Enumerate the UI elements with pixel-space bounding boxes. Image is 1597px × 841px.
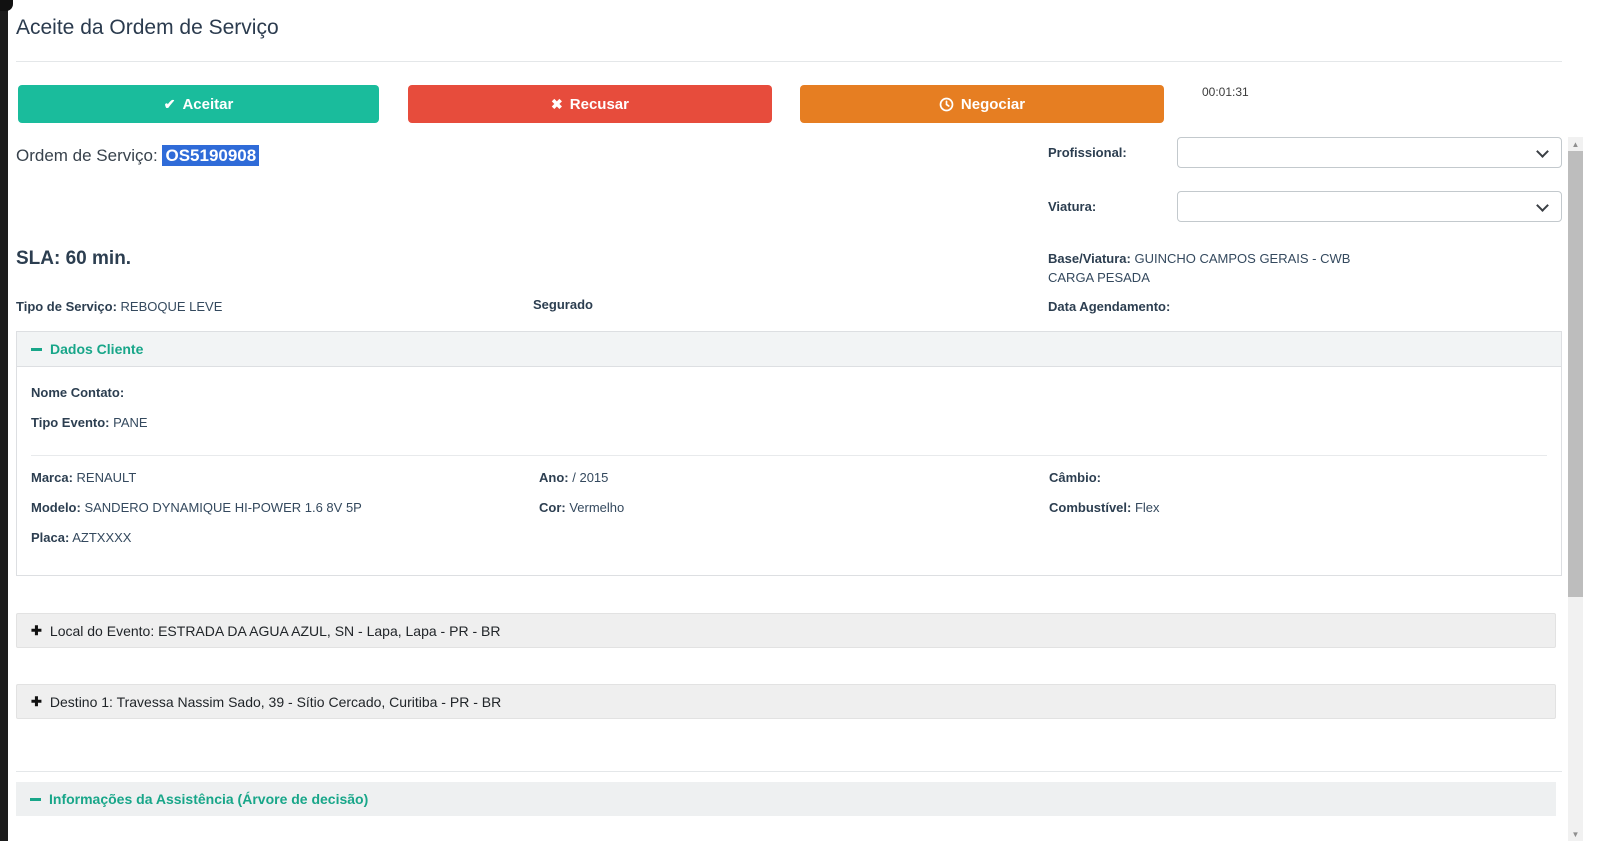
service-order-accept-modal: Aceite da Ordem de Serviço ✔ Aceitar ✖ R… <box>0 0 1597 841</box>
scrollbar-thumb[interactable] <box>1568 151 1583 597</box>
vertical-scrollbar[interactable]: ▲ ▼ <box>1568 137 1583 841</box>
expand-plus-icon: ✚ <box>31 694 42 709</box>
nome-contato-field: Nome Contato: <box>31 383 124 402</box>
ano-label: Ano: <box>539 470 569 485</box>
destino-1-label: Destino 1: Travessa Nassim Sado, 39 - Sí… <box>49 693 502 710</box>
tipo-servico-value: REBOQUE LEVE <box>120 299 223 314</box>
scrollbar-down-arrow[interactable]: ▼ <box>1568 827 1583 841</box>
assistencia-title: Informações da Assistência (Árvore de de… <box>49 791 369 807</box>
marca-field: Marca: RENAULT <box>31 468 136 487</box>
cambio-label: Câmbio: <box>1049 470 1101 485</box>
accept-button[interactable]: ✔ Aceitar <box>18 85 379 123</box>
local-evento-accordion[interactable]: ✚ Local do Evento: ESTRADA DA AGUA AZUL,… <box>16 613 1556 648</box>
segurado-label: Segurado <box>533 297 593 312</box>
background-page-corner <box>0 0 13 11</box>
local-evento-label: Local do Evento: ESTRADA DA AGUA AZUL, S… <box>49 622 501 639</box>
marca-value: RENAULT <box>76 470 137 485</box>
data-agendamento-field: Data Agendamento: <box>1048 297 1170 316</box>
panel-divider <box>31 455 1547 456</box>
profissional-label: Profissional: <box>1048 145 1127 160</box>
modelo-label: Modelo: <box>31 500 81 515</box>
collapse-minus-icon <box>30 797 41 801</box>
refuse-button-label: Recusar <box>569 95 629 113</box>
page-title: Aceite da Ordem de Serviço <box>16 16 279 39</box>
viatura-label: Viatura: <box>1048 199 1097 214</box>
destino-1-accordion[interactable]: ✚ Destino 1: Travessa Nassim Sado, 39 - … <box>16 684 1556 719</box>
profissional-select[interactable] <box>1177 137 1562 168</box>
chevron-down-icon <box>1536 145 1549 158</box>
clock-icon <box>939 97 954 112</box>
base-viatura-label: Base/Viatura: <box>1048 251 1131 266</box>
dados-cliente-panel: Dados Cliente Nome Contato: Tipo Evento:… <box>16 331 1562 576</box>
cor-label: Cor: <box>539 500 566 515</box>
data-agendamento-label: Data Agendamento: <box>1048 299 1171 314</box>
countdown-timer: 00:01:31 <box>1202 85 1249 99</box>
tipo-evento-field: Tipo Evento: PANE <box>31 413 148 432</box>
chevron-down-icon <box>1536 199 1549 212</box>
expand-plus-icon: ✚ <box>31 623 42 638</box>
header-divider <box>16 61 1562 62</box>
tipo-evento-label: Tipo Evento: <box>31 415 110 430</box>
combustivel-value: Flex <box>1134 500 1160 515</box>
dados-cliente-title: Dados Cliente <box>50 341 144 357</box>
sla-text: SLA: 60 min. <box>16 248 132 269</box>
negotiate-button-label: Negociar <box>960 95 1026 113</box>
check-icon: ✔ <box>163 96 176 112</box>
negotiate-button[interactable]: Negociar <box>800 85 1164 123</box>
order-number-line: Ordem de Serviço: OS5190908 <box>16 145 260 166</box>
marca-label: Marca: <box>31 470 73 485</box>
placa-field: Placa: AZTXXXX <box>31 528 131 547</box>
cor-value: Vermelho <box>569 500 625 515</box>
ano-value: / 2015 <box>572 470 609 485</box>
tipo-evento-value: PANE <box>113 415 148 430</box>
modelo-field: Modelo: SANDERO DYNAMIQUE HI-POWER 1.6 8… <box>31 498 362 517</box>
accept-button-label: Aceitar <box>182 95 234 113</box>
placa-label: Placa: <box>31 530 70 545</box>
tipo-servico-field: Tipo de Serviço: REBOQUE LEVE <box>16 297 222 316</box>
base-viatura-field: Base/Viatura: GUINCHO CAMPOS GERAIS - CW… <box>1048 249 1393 287</box>
dados-cliente-header[interactable]: Dados Cliente <box>17 332 1561 367</box>
cor-field: Cor: Vermelho <box>539 498 624 517</box>
combustivel-label: Combustível: <box>1049 500 1132 515</box>
section-divider <box>16 771 1562 772</box>
placa-value: AZTXXXX <box>72 530 132 545</box>
x-icon: ✖ <box>551 96 563 112</box>
background-page-edge <box>0 0 8 841</box>
viatura-select[interactable] <box>1177 191 1562 222</box>
modelo-value: SANDERO DYNAMIQUE HI-POWER 1.6 8V 5P <box>84 500 362 515</box>
order-number-value: OS5190908 <box>162 145 260 166</box>
order-number-label: Ordem de Serviço: <box>16 146 158 165</box>
refuse-button[interactable]: ✖ Recusar <box>408 85 772 123</box>
collapse-minus-icon <box>31 347 42 351</box>
nome-contato-label: Nome Contato: <box>31 385 125 400</box>
scrollbar-up-arrow[interactable]: ▲ <box>1568 137 1583 151</box>
ano-field: Ano: / 2015 <box>539 468 608 487</box>
cambio-field: Câmbio: <box>1049 468 1101 487</box>
assistencia-section-header[interactable]: Informações da Assistência (Árvore de de… <box>16 782 1556 816</box>
tipo-servico-label: Tipo de Serviço: <box>16 299 117 314</box>
combustivel-field: Combustível: Flex <box>1049 498 1160 517</box>
